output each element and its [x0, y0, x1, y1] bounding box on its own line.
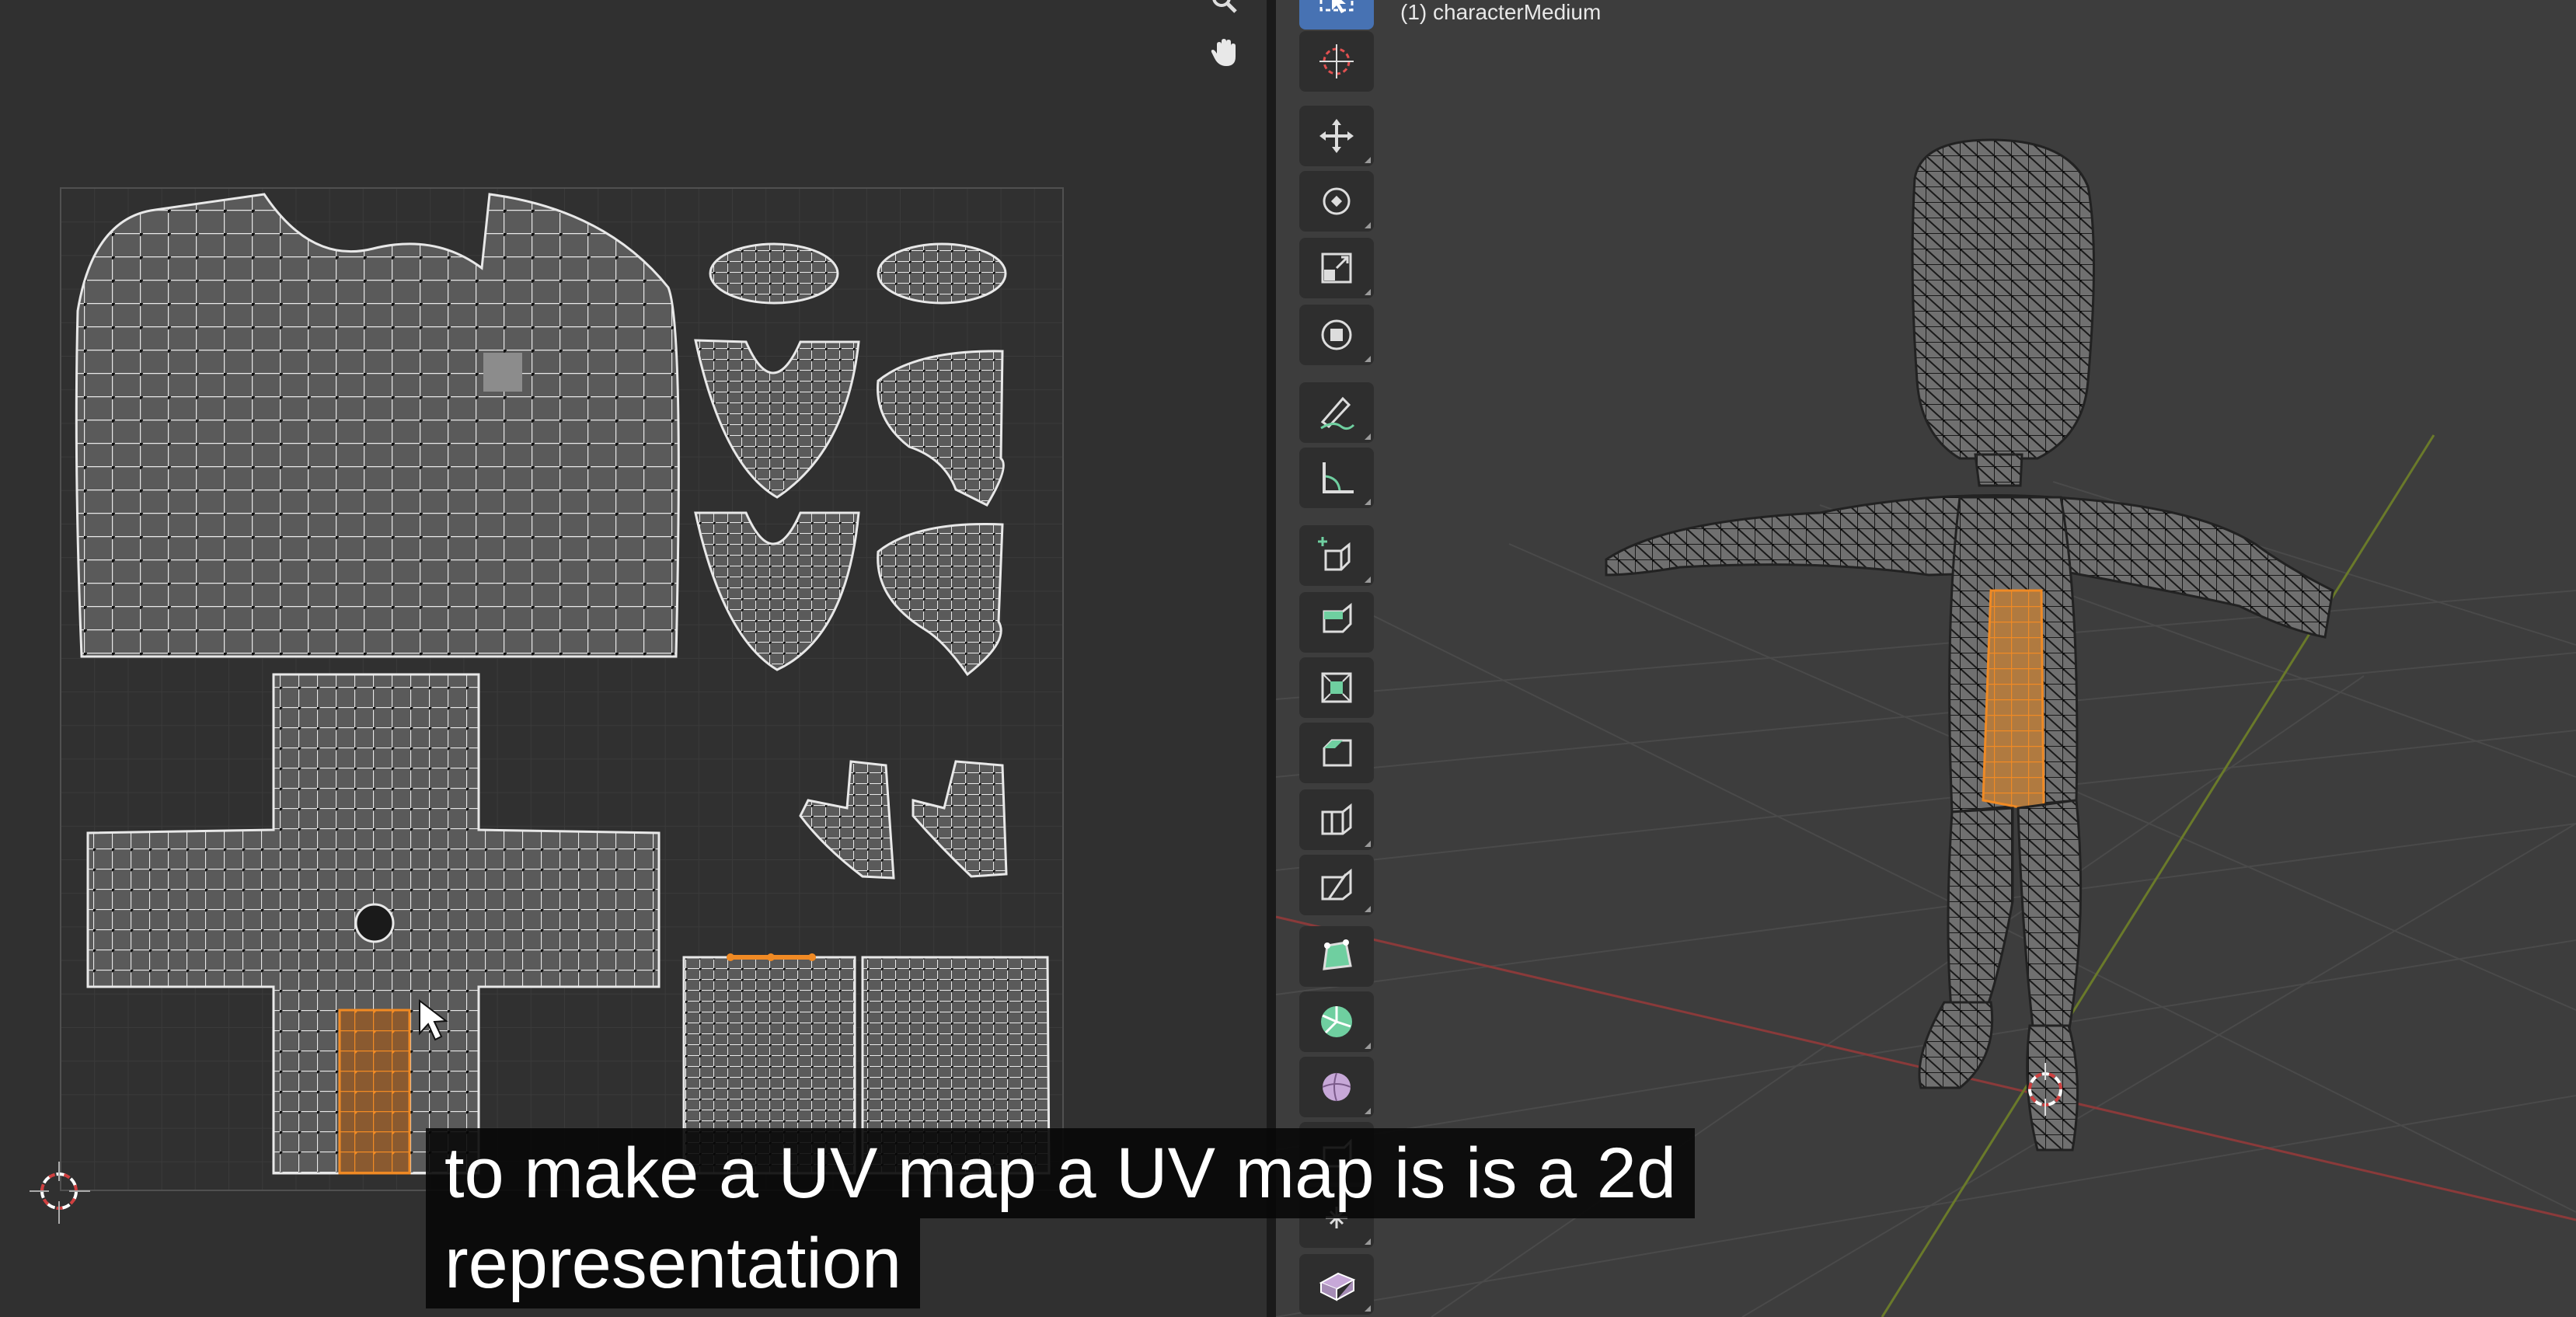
- character-leg-right: [2017, 799, 2083, 1035]
- uv-canvas[interactable]: [0, 0, 1267, 1317]
- transform-icon[interactable]: [1299, 305, 1374, 365]
- subtitle-line-2: representation: [426, 1218, 921, 1308]
- character-foot-left: [1918, 1001, 1994, 1089]
- 3d-viewport[interactable]: (1) characterMedium: [1276, 0, 2576, 1317]
- uv-island-eye-right: [877, 242, 1007, 305]
- character-leg-left: [1947, 807, 2014, 1019]
- hand-pan-icon[interactable]: [1201, 28, 1249, 76]
- video-subtitle: to make a UV map a UV map is is a 2d rep…: [426, 1128, 1720, 1308]
- loop-cut-icon[interactable]: [1299, 789, 1374, 850]
- subtitle-line-1: to make a UV map a UV map is is a 2d: [426, 1128, 1696, 1218]
- add-cube-icon[interactable]: [1299, 525, 1374, 586]
- annotate-icon[interactable]: [1299, 382, 1374, 443]
- bevel-icon[interactable]: [1299, 723, 1374, 783]
- rotate-icon[interactable]: [1299, 171, 1374, 232]
- uv-selected-faces: [338, 1009, 411, 1175]
- character-head: [1911, 138, 2095, 460]
- uv-face-highlight: [483, 353, 522, 392]
- smooth-icon[interactable]: [1299, 1057, 1374, 1117]
- uv-island-eye-left: [709, 242, 839, 305]
- measure-icon[interactable]: [1299, 448, 1374, 508]
- move-icon[interactable]: [1299, 106, 1374, 166]
- uv-island-hole: [354, 903, 395, 943]
- knife-icon[interactable]: [1299, 855, 1374, 915]
- extrude-icon[interactable]: [1299, 592, 1374, 653]
- inset-icon[interactable]: [1299, 657, 1374, 718]
- scale-icon[interactable]: [1299, 238, 1374, 298]
- select-box-icon[interactable]: [1299, 0, 1374, 30]
- uv-island-torso: [75, 193, 680, 658]
- spin-icon[interactable]: [1299, 991, 1374, 1052]
- character-mesh[interactable]: [1605, 138, 2334, 1152]
- editor-divider[interactable]: [1267, 0, 1276, 1317]
- character-neck: [1974, 453, 2024, 487]
- object-label: (1) characterMedium: [1400, 0, 1602, 24]
- character-selected-faces: [1982, 589, 2045, 814]
- uv-editor[interactable]: [0, 0, 1267, 1317]
- character-foot-right: [2026, 1024, 2079, 1152]
- viewport-canvas[interactable]: [1276, 0, 2576, 1317]
- cursor-icon[interactable]: [1299, 31, 1374, 92]
- poly-build-icon[interactable]: [1299, 926, 1374, 987]
